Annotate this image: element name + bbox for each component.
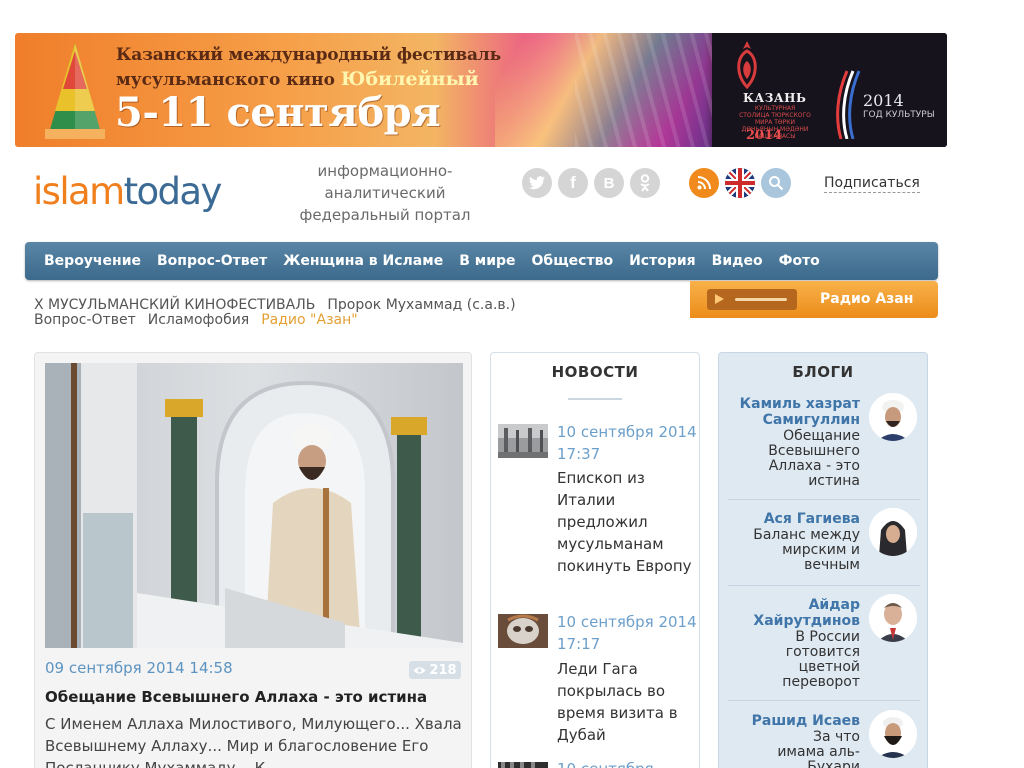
banner-rays (575, 33, 725, 147)
kazan-emblem-icon (737, 41, 757, 90)
search-icon[interactable] (761, 168, 791, 198)
article-title[interactable]: Обещание Всевышнего Аллаха - это истина (45, 688, 427, 706)
blog-title[interactable]: Обещание Всевышнего Аллаха - это истина (760, 429, 860, 489)
news-divider (568, 398, 622, 400)
blog-title[interactable]: В России готовится цветной переворот (770, 630, 860, 690)
festival-logo-icon (45, 43, 105, 139)
avatar[interactable] (869, 594, 917, 642)
facebook-icon[interactable]: f (558, 168, 588, 198)
featured-article-photo[interactable] (45, 363, 463, 648)
news-date[interactable]: 10 сентября 2014 17:17 (557, 611, 697, 655)
views-count: 218 (429, 662, 457, 678)
news-thumbnail[interactable] (498, 762, 548, 768)
site-logo[interactable]: islamtoday (33, 170, 222, 213)
tag-link[interactable]: Х МУСУЛЬМАНСКИЙ КИНОФЕСТИВАЛЬ (34, 297, 315, 313)
subscribe-link[interactable]: Подписаться (824, 175, 920, 193)
avatar[interactable] (869, 393, 917, 441)
blog-divider (728, 585, 920, 586)
tag-link[interactable]: Пророк Мухаммад (с.а.в.) (327, 297, 515, 313)
eye-icon (413, 666, 426, 674)
news-date[interactable]: 10 сентября (557, 758, 697, 768)
vkontakte-icon[interactable]: B (594, 168, 624, 198)
kazan-title: КАЗАНЬ (743, 91, 807, 105)
radio-volume-bar[interactable] (735, 298, 787, 301)
blog-title[interactable]: За что имама аль-Бухари четырежды (770, 730, 860, 768)
tag-link-radio[interactable]: Радио "Азан" (261, 312, 357, 328)
banner-dates: 5-11 сентября (115, 89, 441, 136)
news-title[interactable]: Леди Гага покрылась во время визита в Ду… (557, 658, 697, 746)
nav-item-video[interactable]: Видео (712, 253, 763, 269)
nav-item-society[interactable]: Общество (532, 253, 614, 269)
tag-link[interactable]: Вопрос-Ответ (34, 312, 136, 328)
news-date[interactable]: 10 сентября 2014 17:37 (557, 421, 697, 465)
culture-stripes-icon (836, 70, 861, 139)
culture-year-label: ГОД КУЛЬТУРЫ (863, 110, 935, 120)
news-thumbnail[interactable] (498, 614, 548, 648)
news-title[interactable]: Епископ из Италии предложил мусульманам … (557, 467, 697, 577)
blog-title[interactable]: Баланс между мирским и вечным (730, 528, 860, 573)
blog-divider (728, 700, 920, 701)
avatar[interactable] (869, 508, 917, 556)
nav-item-history[interactable]: История (629, 253, 696, 269)
play-icon[interactable] (715, 294, 724, 304)
blog-author[interactable]: Айдар Хайрутдинов (720, 597, 860, 629)
rss-icon[interactable] (689, 168, 719, 198)
blogs-heading: БЛОГИ (792, 363, 854, 381)
main-nav: Вероучение Вопрос-Ответ Женщина в Исламе… (25, 242, 938, 280)
blog-author[interactable]: Рашид Исаев (720, 713, 860, 729)
blog-author[interactable]: Ася Гагиева (720, 511, 860, 527)
banner-line-1: Казанский международный фестиваль (116, 45, 501, 65)
english-flag-icon[interactable] (725, 168, 755, 198)
article-excerpt: С Именем Аллаха Милостивого, Милующего..… (45, 715, 462, 768)
news-thumbnail[interactable] (498, 424, 548, 458)
blog-divider (728, 499, 920, 500)
kazan-year: 2014 (746, 128, 783, 143)
topic-tags: Х МУСУЛЬМАНСКИЙ КИНОФЕСТИВАЛЬ Пророк Муха… (34, 298, 594, 328)
radio-label: Радио Азан (820, 291, 914, 307)
article-date: 09 сентября 2014 14:58 (45, 659, 233, 677)
tag-link[interactable]: Исламофобия (148, 312, 250, 328)
culture-year: 2014 (863, 91, 904, 110)
nav-item-qa[interactable]: Вопрос-Ответ (157, 253, 267, 269)
odnoklassniki-icon[interactable] (630, 168, 660, 198)
views-badge: 218 (409, 661, 461, 679)
nav-item-photo[interactable]: Фото (779, 253, 820, 269)
twitter-icon[interactable] (522, 168, 552, 198)
banner-line-2: мусульманского кино Юбилейный (116, 68, 479, 90)
blog-author[interactable]: Камиль хазрат Самигуллин (720, 396, 860, 428)
avatar[interactable] (869, 710, 917, 758)
festival-banner[interactable]: Казанский международный фестиваль мусуль… (15, 33, 947, 147)
nav-item-world[interactable]: В мире (459, 253, 515, 269)
nav-item-creed[interactable]: Вероучение (44, 253, 141, 269)
radio-azan-widget[interactable]: Радио Азан (690, 281, 938, 318)
nav-item-woman-in-islam[interactable]: Женщина в Исламе (283, 253, 443, 269)
news-heading: НОВОСТИ (551, 363, 639, 381)
site-tagline: информационно-аналитический федеральный … (299, 162, 471, 224)
